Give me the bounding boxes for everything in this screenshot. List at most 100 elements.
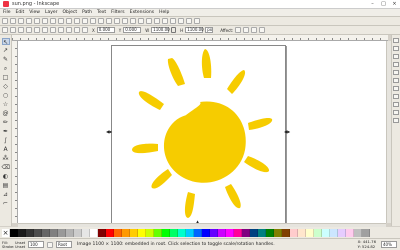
undo-icon[interactable] xyxy=(50,18,56,24)
zoom-page-icon[interactable] xyxy=(106,18,112,24)
color-swatch[interactable] xyxy=(298,228,306,237)
raise-top-icon[interactable] xyxy=(58,27,64,33)
color-swatch[interactable] xyxy=(34,228,42,237)
color-swatch[interactable] xyxy=(186,228,194,237)
zoom-drawing-icon[interactable] xyxy=(98,18,104,24)
3dbox-tool-icon[interactable]: ◇ xyxy=(2,83,10,90)
calligraphy-tool-icon[interactable]: ∫ xyxy=(2,137,10,144)
star-tool-icon[interactable]: ☆ xyxy=(2,101,10,108)
menu-extensions[interactable]: Extensions xyxy=(130,10,154,15)
pen-tool-icon[interactable]: ✒ xyxy=(2,128,10,135)
color-swatch[interactable] xyxy=(290,228,298,237)
snap-intersections-icon[interactable] xyxy=(393,86,399,91)
lower-icon[interactable] xyxy=(74,27,80,33)
affect-pattern-icon[interactable] xyxy=(259,27,266,33)
opacity-field[interactable]: 100 xyxy=(28,241,44,248)
spray-tool-icon[interactable]: ⁂ xyxy=(2,155,10,162)
document-properties-icon[interactable] xyxy=(194,18,200,24)
scale-handle-left[interactable]: ◀▶ xyxy=(106,130,112,134)
color-swatch[interactable] xyxy=(114,228,122,237)
menu-layer[interactable]: Layer xyxy=(45,10,58,15)
eraser-tool-icon[interactable]: ⌫ xyxy=(2,164,10,171)
color-swatch[interactable] xyxy=(122,228,130,237)
color-swatch[interactable] xyxy=(170,228,178,237)
rotate-ccw-icon[interactable] xyxy=(26,27,32,33)
ellipse-tool-icon[interactable]: ○ xyxy=(2,92,10,99)
color-swatch[interactable] xyxy=(266,228,274,237)
selector-tool-icon[interactable]: ↖ xyxy=(1,38,10,46)
color-swatch[interactable] xyxy=(146,228,154,237)
fill-stroke-icon[interactable] xyxy=(154,18,160,24)
color-swatch[interactable] xyxy=(210,228,218,237)
gradient-tool-icon[interactable]: ▤ xyxy=(2,182,10,189)
menu-object[interactable]: Object xyxy=(62,10,77,15)
snap-nodes-icon[interactable] xyxy=(393,70,399,75)
color-swatch[interactable] xyxy=(98,228,106,237)
rotate-cw-icon[interactable] xyxy=(34,27,40,33)
color-swatch[interactable] xyxy=(218,228,226,237)
color-swatch[interactable] xyxy=(90,228,98,237)
save-icon[interactable] xyxy=(18,18,24,24)
color-swatch[interactable] xyxy=(58,228,66,237)
color-swatch[interactable] xyxy=(138,228,146,237)
stroke-value[interactable]: Unset xyxy=(15,245,25,249)
copy-icon[interactable] xyxy=(66,18,72,24)
bucket-tool-icon[interactable]: ◐ xyxy=(2,173,10,180)
color-swatch[interactable] xyxy=(18,228,26,237)
ungroup-icon[interactable] xyxy=(146,18,152,24)
no-paint-swatch[interactable]: × xyxy=(2,228,10,237)
color-swatch[interactable] xyxy=(162,228,170,237)
unlink-clone-icon[interactable] xyxy=(130,18,136,24)
menu-path[interactable]: Path xyxy=(82,10,92,15)
color-swatch[interactable] xyxy=(202,228,210,237)
menu-edit[interactable]: Edit xyxy=(16,10,25,15)
open-icon[interactable] xyxy=(10,18,16,24)
sun-image[interactable] xyxy=(112,46,287,223)
import-icon[interactable] xyxy=(34,18,40,24)
snap-guide-icon[interactable] xyxy=(393,118,399,123)
lower-bottom-icon[interactable] xyxy=(82,27,88,33)
affect-corners-icon[interactable] xyxy=(243,27,250,33)
maximize-button[interactable]: □ xyxy=(380,1,387,7)
snap-page-icon[interactable] xyxy=(393,102,399,107)
color-swatch[interactable] xyxy=(66,228,74,237)
color-swatch[interactable] xyxy=(26,228,34,237)
color-swatch[interactable] xyxy=(330,228,338,237)
xml-editor-icon[interactable] xyxy=(170,18,176,24)
close-button[interactable]: × xyxy=(391,1,398,7)
color-swatch[interactable] xyxy=(130,228,138,237)
cut-icon[interactable] xyxy=(74,18,80,24)
menu-help[interactable]: Help xyxy=(159,10,169,15)
h-field[interactable]: 1100.00 xyxy=(185,27,204,33)
scale-handle-right[interactable]: ◀▶ xyxy=(284,130,290,134)
color-swatch[interactable] xyxy=(242,228,250,237)
tweak-tool-icon[interactable]: ✎ xyxy=(2,56,10,63)
color-swatch[interactable] xyxy=(194,228,202,237)
color-swatch[interactable] xyxy=(234,228,242,237)
flip-vertical-icon[interactable] xyxy=(50,27,56,33)
export-icon[interactable] xyxy=(42,18,48,24)
color-swatch[interactable] xyxy=(178,228,186,237)
minimize-button[interactable]: – xyxy=(369,1,376,7)
color-swatch[interactable] xyxy=(250,228,258,237)
menu-text[interactable]: Text xyxy=(97,10,106,15)
color-swatch[interactable] xyxy=(154,228,162,237)
rect-tool-icon[interactable]: □ xyxy=(2,74,10,81)
x-field[interactable]: 0.000 xyxy=(96,27,115,33)
paste-icon[interactable] xyxy=(82,18,88,24)
connector-tool-icon[interactable]: ⌐ xyxy=(2,200,10,207)
snap-bbox-edge-icon[interactable] xyxy=(393,54,399,59)
canvas[interactable]: ◀▶ ◀▶ ▲ xyxy=(18,41,386,223)
unit-select[interactable]: px xyxy=(205,27,214,33)
zoom-field[interactable]: 40% xyxy=(381,241,397,248)
snap-paths-icon[interactable] xyxy=(393,78,399,83)
select-all-layers-icon[interactable] xyxy=(10,27,16,33)
color-swatch[interactable] xyxy=(282,228,290,237)
menu-view[interactable]: View xyxy=(29,10,40,15)
color-swatch[interactable] xyxy=(42,228,50,237)
w-field[interactable]: 1100.00 xyxy=(151,27,170,33)
layer-visibility-icon[interactable] xyxy=(47,241,53,248)
color-swatch[interactable] xyxy=(74,228,82,237)
deselect-icon[interactable] xyxy=(18,27,24,33)
preferences-icon[interactable] xyxy=(186,18,192,24)
